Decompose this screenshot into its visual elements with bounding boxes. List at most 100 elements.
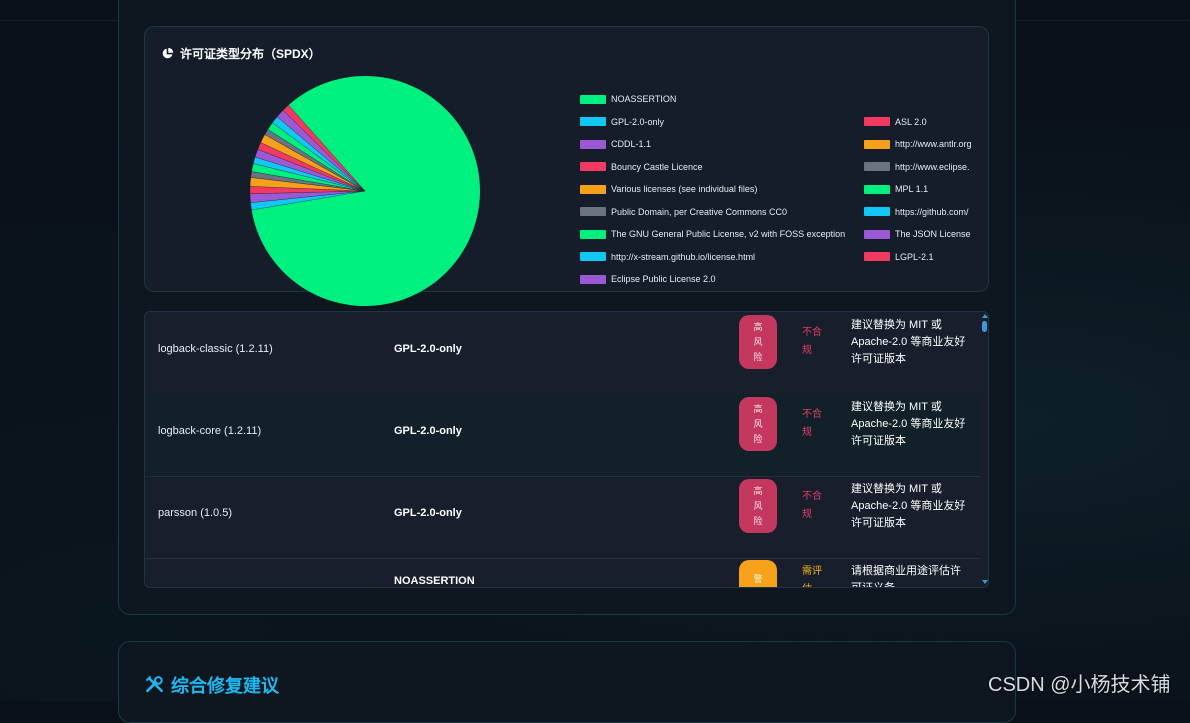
- legend-label: Various licenses (see individual files): [611, 184, 758, 194]
- legend-label: LGPL-2.1: [895, 251, 934, 262]
- remediation-advice: 建议替换为 MIT 或 Apache-2.0 等商业友好许可证版本: [851, 401, 966, 447]
- scroll-up-arrow-icon[interactable]: [982, 314, 988, 318]
- legend-swatch: [580, 94, 606, 104]
- chart-title-text: 许可证类型分布（SPDX）: [180, 47, 321, 61]
- compliance-status-line: 不合: [802, 409, 822, 420]
- scroll-down-arrow-icon[interactable]: [982, 580, 988, 584]
- legend-swatch: [580, 274, 606, 284]
- legend-swatch: [580, 139, 606, 149]
- component-name: parsson (1.0.5): [158, 507, 232, 519]
- risk-badge-char: 风: [753, 500, 763, 511]
- legend-item[interactable]: The GNU General Public License, v2 with …: [580, 229, 860, 239]
- remediation-advice: 建议替换为 MIT 或 Apache-2.0 等商业友好许可证版本: [851, 319, 966, 365]
- legend-item[interactable]: LGPL-2.1: [864, 252, 972, 262]
- component-name: logback-core (1.2.11): [158, 425, 262, 437]
- legend-label: Eclipse Public License 2.0: [611, 274, 716, 284]
- compliance-status-line: 估: [802, 581, 828, 587]
- legend-swatch: [864, 139, 890, 149]
- risk-badge-char: 险: [753, 515, 763, 526]
- component-license: GPL-2.0-only: [394, 507, 462, 519]
- component-license: GPL-2.0-only: [394, 343, 462, 355]
- compliance-status-line: 不合: [802, 327, 822, 338]
- compliance-status-line: 规: [802, 427, 812, 438]
- legend-swatch: [864, 117, 890, 126]
- legend-item[interactable]: The JSON License: [864, 229, 972, 239]
- legend-swatch: [580, 117, 606, 126]
- legend-item[interactable]: CDDL-1.1: [580, 139, 860, 149]
- legend-label: CDDL-1.1: [611, 139, 652, 149]
- compliance-status: 不合规: [802, 406, 828, 442]
- legend-label: http://x-stream.github.io/license.html: [611, 251, 756, 262]
- legend-item[interactable]: Eclipse Public License 2.0: [580, 274, 860, 284]
- compliance-status: 不合规: [802, 324, 828, 360]
- legend-swatch: [580, 162, 606, 171]
- legend-label: Public Domain, per Creative Commons CC0: [611, 206, 788, 217]
- legend-item[interactable]: Various licenses (see individual files): [580, 184, 860, 194]
- risk-badge: 高风险: [739, 397, 777, 451]
- legend-swatch: [580, 252, 606, 261]
- risk-badge: 高风险: [739, 479, 777, 533]
- legend-label: NOASSERTION: [611, 94, 677, 104]
- risk-badge-char: 风: [753, 336, 763, 347]
- legend-item[interactable]: http://www.eclipse.: [864, 162, 972, 172]
- risk-badge-char: 告: [753, 587, 762, 588]
- risk-badge: 高风险: [739, 315, 777, 369]
- table-row[interactable]: logback-classic (1.2.11) GPL-2.0-only 高风险不…: [145, 312, 980, 395]
- legend-item[interactable]: Bouncy Castle Licence: [580, 162, 860, 172]
- scroll-thumb[interactable]: [982, 321, 987, 332]
- risk-badge-char: 警: [753, 574, 763, 584]
- legend-label: http://www.eclipse.: [895, 161, 970, 172]
- risk-badge: 警告: [739, 560, 777, 588]
- watermark: CSDN @小杨技术铺: [988, 674, 1171, 696]
- legend-item[interactable]: Public Domain, per Creative Commons CC0: [580, 207, 860, 217]
- legend-label: Bouncy Castle Licence: [611, 161, 703, 172]
- legend-swatch: [864, 184, 890, 194]
- legend-swatch: [580, 229, 606, 239]
- fix-section-title: 综合修复建议: [145, 672, 279, 698]
- legend-swatch: [864, 229, 890, 239]
- legend-item[interactable]: GPL-2.0-only: [580, 117, 860, 127]
- risk-badge-char: 险: [753, 351, 763, 362]
- compliance-status-line: 不合: [802, 491, 822, 502]
- component-license: NOASSERTION: [394, 575, 475, 587]
- table-row[interactable]: extendNOASSERTION警告需评估请根据商业用途评估许可证义务: [145, 558, 980, 588]
- legend-item[interactable]: https://github.com/: [864, 207, 972, 217]
- table-row[interactable]: parsson (1.0.5) GPL-2.0-only 高风险不合规建议替换为 M…: [145, 476, 980, 559]
- risk-badge-char: 高: [753, 321, 763, 332]
- fix-suggestions-card: 综合修复建议: [118, 641, 1016, 723]
- legend-label: https://github.com/: [895, 206, 969, 217]
- component-license: GPL-2.0-only: [394, 425, 462, 437]
- legend-label: http://www.antlr.org: [895, 139, 972, 149]
- license-pie-chart: [249, 75, 480, 306]
- compliance-status-line: 规: [802, 345, 812, 356]
- table-row[interactable]: logback-core (1.2.11) GPL-2.0-only 高风险不合规建…: [145, 394, 980, 477]
- legend-label: ASL 2.0: [895, 116, 927, 127]
- table-scrollbar[interactable]: [982, 312, 988, 587]
- legend-item[interactable]: ASL 2.0: [864, 117, 972, 127]
- legend-swatch: [864, 207, 890, 216]
- remediation-advice: 请根据商业用途评估许可证义务: [851, 565, 961, 588]
- legend-item[interactable]: http://www.antlr.org: [864, 139, 972, 149]
- compliance-status-line: 需评: [802, 566, 822, 577]
- tools-icon: [146, 676, 163, 693]
- legend-swatch: [864, 252, 890, 261]
- risk-badge-char: 高: [753, 403, 763, 414]
- risk-badge-char: 风: [753, 418, 763, 429]
- risk-badge-char: 险: [753, 433, 763, 444]
- legend-swatch: [580, 184, 606, 194]
- compliance-status: 需评估: [802, 563, 828, 587]
- legend-swatch: [864, 162, 890, 171]
- legend-label: The GNU General Public License, v2 with …: [611, 229, 846, 239]
- legend-swatch: [580, 207, 606, 216]
- compliance-status: 不合规: [802, 488, 828, 524]
- legend-item[interactable]: NOASSERTION: [580, 94, 860, 104]
- compliance-status-line: 规: [802, 509, 812, 520]
- legend-label: The JSON License: [895, 229, 971, 239]
- license-distribution-card: 许可证类型分布（SPDX） NOASSERTION GPL-2.0-only CDD…: [144, 26, 989, 306]
- license-table: logback-classic (1.2.11) GPL-2.0-only 高风险不…: [144, 311, 989, 588]
- remediation-advice: 建议替换为 MIT 或 Apache-2.0 等商业友好许可证版本: [851, 483, 966, 529]
- chart-title: 许可证类型分布（SPDX）: [161, 45, 321, 62]
- component-name: logback-classic (1.2.11): [158, 343, 273, 355]
- legend-item[interactable]: MPL 1.1: [864, 184, 972, 194]
- legend-item[interactable]: http://x-stream.github.io/license.html: [580, 252, 860, 262]
